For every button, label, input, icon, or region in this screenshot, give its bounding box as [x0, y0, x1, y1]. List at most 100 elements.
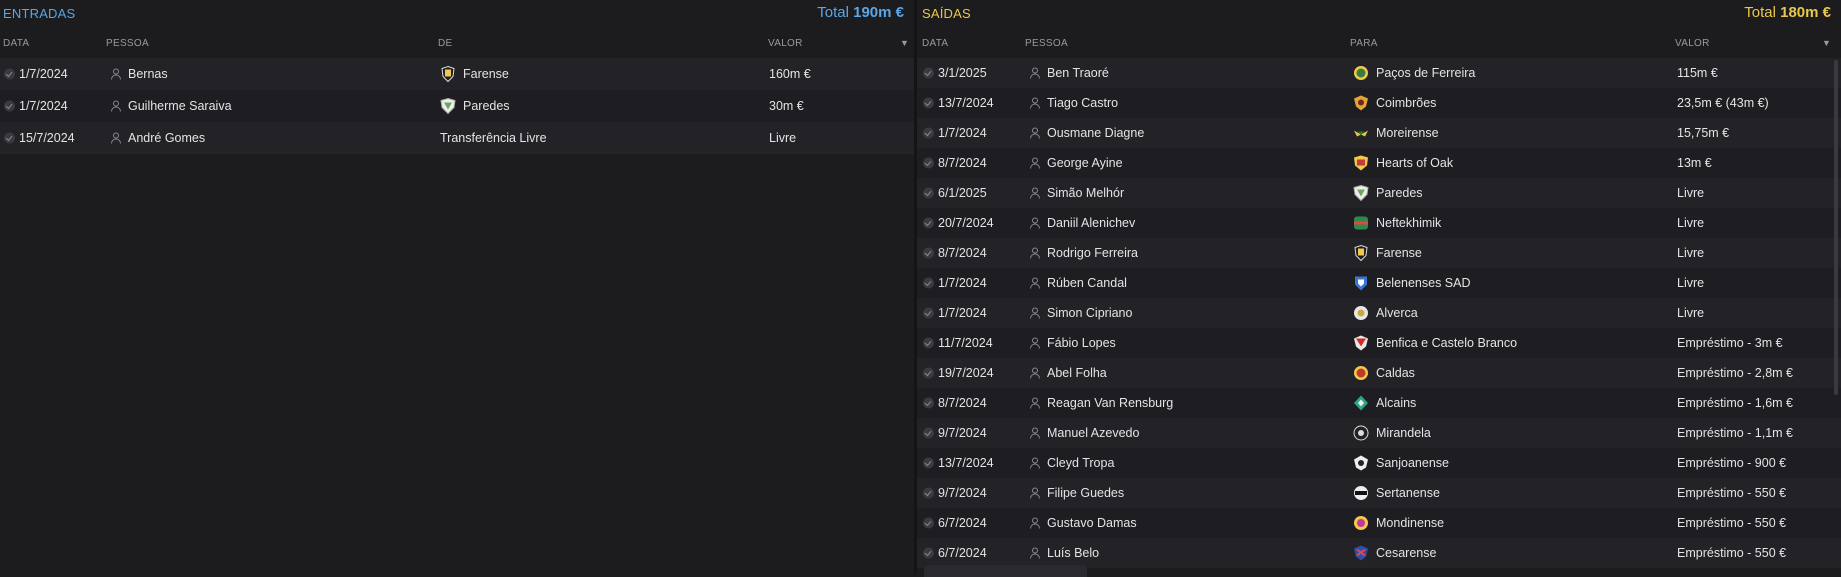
club-name[interactable]: Sertanense — [1376, 486, 1440, 500]
club-name[interactable]: Mirandela — [1376, 426, 1431, 440]
player-name[interactable]: Rúben Candal — [1047, 276, 1127, 290]
player-name[interactable]: Cleyd Tropa — [1047, 456, 1114, 470]
club-crest-icon[interactable] — [1353, 485, 1369, 502]
club-crest-icon[interactable] — [1353, 215, 1369, 232]
club-crest-icon[interactable] — [1353, 244, 1369, 262]
table-row[interactable]: 1/7/2024 Bernas Farense 160m € — [0, 58, 914, 90]
player-name[interactable]: André Gomes — [128, 131, 205, 145]
club-crest-icon[interactable] — [1353, 335, 1369, 352]
club-name[interactable]: Alcains — [1376, 396, 1416, 410]
table-row[interactable]: 13/7/2024 Cleyd Tropa Sanjoanense Empréstim… — [917, 448, 1841, 478]
club-name[interactable]: Transferência Livre — [440, 131, 547, 145]
player-name[interactable]: Luís Belo — [1047, 546, 1099, 560]
col-from[interactable]: DE — [438, 38, 453, 49]
club-name[interactable]: Paços de Ferreira — [1376, 66, 1475, 80]
table-row[interactable]: 19/7/2024 Abel Folha Caldas Empréstimo - 2,… — [917, 358, 1841, 388]
outgoing-rows: 3/1/2025 Ben Traoré Paços de Ferreira 115m … — [917, 58, 1841, 568]
club-crest-icon[interactable] — [1353, 65, 1369, 82]
club-crest-icon[interactable] — [440, 97, 456, 115]
table-row[interactable]: 1/7/2024 Rúben Candal Belenenses SAD Livre — [917, 268, 1841, 298]
sort-desc-icon[interactable]: ▼ — [1822, 38, 1831, 48]
check-icon — [4, 132, 15, 144]
transfer-value: Livre — [1677, 186, 1705, 200]
table-row[interactable]: 15/7/2024 André Gomes Transferência Livre L… — [0, 122, 914, 154]
table-row[interactable]: 1/7/2024 Guilherme Saraiva Paredes 30m € — [0, 90, 914, 122]
col-person[interactable]: PESSOA — [1025, 38, 1068, 49]
person-icon — [1030, 247, 1040, 259]
player-name[interactable]: Daniil Alenichev — [1047, 216, 1135, 230]
check-icon — [923, 67, 934, 79]
table-row[interactable]: 8/7/2024 Reagan Van Rensburg Alcains Emprés… — [917, 388, 1841, 418]
club-crest-icon[interactable] — [1353, 95, 1369, 112]
col-person[interactable]: PESSOA — [106, 38, 149, 49]
col-to[interactable]: PARA — [1350, 38, 1378, 49]
club-name[interactable]: Cesarense — [1376, 546, 1436, 560]
club-crest-icon[interactable] — [1353, 515, 1369, 532]
club-crest-icon[interactable] — [1353, 275, 1369, 292]
player-name[interactable]: Simão Melhór — [1047, 186, 1124, 200]
player-name[interactable]: Bernas — [128, 67, 168, 81]
club-crest-icon[interactable] — [1353, 425, 1369, 442]
club-crest-icon[interactable] — [1353, 395, 1369, 412]
club-name[interactable]: Neftekhimik — [1376, 216, 1441, 230]
club-name[interactable]: Mondinense — [1376, 516, 1444, 530]
table-row[interactable]: 8/7/2024 Rodrigo Ferreira Farense Livre — [917, 238, 1841, 268]
table-row[interactable]: 6/1/2025 Simão Melhór Paredes Livre — [917, 178, 1841, 208]
col-date[interactable]: DATA — [3, 38, 29, 49]
club-name[interactable]: Belenenses SAD — [1376, 276, 1471, 290]
table-row[interactable]: 1/7/2024 Simon Cipriano Alverca Livre — [917, 298, 1841, 328]
club-name[interactable]: Farense — [463, 67, 509, 81]
table-row[interactable]: 3/1/2025 Ben Traoré Paços de Ferreira 115m … — [917, 58, 1841, 88]
player-name[interactable]: Tiago Castro — [1047, 96, 1118, 110]
club-crest-icon[interactable] — [1353, 125, 1369, 142]
club-name[interactable]: Paredes — [1376, 186, 1423, 200]
player-name[interactable]: Simon Cipriano — [1047, 306, 1132, 320]
club-crest-icon[interactable] — [440, 65, 456, 83]
transfer-date: 13/7/2024 — [938, 96, 994, 110]
player-name[interactable]: Rodrigo Ferreira — [1047, 246, 1138, 260]
club-crest-icon[interactable] — [1353, 305, 1369, 322]
table-row[interactable]: 1/7/2024 Ousmane Diagne Moreirense 15,75m € — [917, 118, 1841, 148]
club-crest-icon[interactable] — [1353, 155, 1369, 172]
transfer-value: Livre — [769, 131, 797, 145]
club-crest-icon[interactable] — [1353, 365, 1369, 382]
player-name[interactable]: Fábio Lopes — [1047, 336, 1116, 350]
bottom-tab[interactable] — [924, 565, 1087, 577]
sort-desc-icon[interactable]: ▼ — [900, 38, 909, 48]
club-crest-icon[interactable] — [1353, 455, 1369, 472]
player-name[interactable]: Ousmane Diagne — [1047, 126, 1144, 140]
table-row[interactable]: 20/7/2024 Daniil Alenichev Neftekhimik Livr… — [917, 208, 1841, 238]
table-row[interactable]: 8/7/2024 George Ayine Hearts of Oak 13m € — [917, 148, 1841, 178]
club-name[interactable]: Benfica e Castelo Branco — [1376, 336, 1517, 350]
club-name[interactable]: Alverca — [1376, 306, 1418, 320]
club-name[interactable]: Hearts of Oak — [1376, 156, 1453, 170]
player-name[interactable]: Filipe Guedes — [1047, 486, 1124, 500]
player-name[interactable]: Reagan Van Rensburg — [1047, 396, 1173, 410]
player-name[interactable]: Gustavo Damas — [1047, 516, 1137, 530]
col-date[interactable]: DATA — [922, 38, 948, 49]
player-name[interactable]: Ben Traoré — [1047, 66, 1109, 80]
player-name[interactable]: Manuel Azevedo — [1047, 426, 1139, 440]
club-crest-icon[interactable] — [1353, 545, 1369, 562]
player-name[interactable]: Guilherme Saraiva — [128, 99, 232, 113]
col-value[interactable]: VALOR — [1675, 38, 1710, 49]
club-name[interactable]: Farense — [1376, 246, 1422, 260]
table-row[interactable]: 6/7/2024 Gustavo Damas Mondinense Empréstim… — [917, 508, 1841, 538]
incoming-transfers-panel: ENTRADAS Total 190m € DATA PESSOA DE VAL… — [0, 0, 914, 573]
club-name[interactable]: Coimbrões — [1376, 96, 1436, 110]
transfer-date: 1/7/2024 — [938, 276, 987, 290]
club-crest-icon[interactable] — [1353, 184, 1369, 202]
outgoing-scrollbar[interactable] — [1834, 60, 1838, 395]
table-row[interactable]: 11/7/2024 Fábio Lopes Benfica e Castelo Br… — [917, 328, 1841, 358]
table-row[interactable]: 9/7/2024 Filipe Guedes Sertanense Empréstim… — [917, 478, 1841, 508]
club-name[interactable]: Caldas — [1376, 366, 1415, 380]
player-name[interactable]: Abel Folha — [1047, 366, 1107, 380]
col-value[interactable]: VALOR — [768, 38, 803, 49]
club-name[interactable]: Sanjoanense — [1376, 456, 1449, 470]
club-name[interactable]: Paredes — [463, 99, 510, 113]
club-name[interactable]: Moreirense — [1376, 126, 1439, 140]
table-row[interactable]: 13/7/2024 Tiago Castro Coimbrões 23,5m € (4… — [917, 88, 1841, 118]
table-row[interactable]: 6/7/2024 Luís Belo Cesarense Empréstimo - 5… — [917, 538, 1841, 568]
player-name[interactable]: George Ayine — [1047, 156, 1123, 170]
table-row[interactable]: 9/7/2024 Manuel Azevedo Mirandela Empréstim… — [917, 418, 1841, 448]
